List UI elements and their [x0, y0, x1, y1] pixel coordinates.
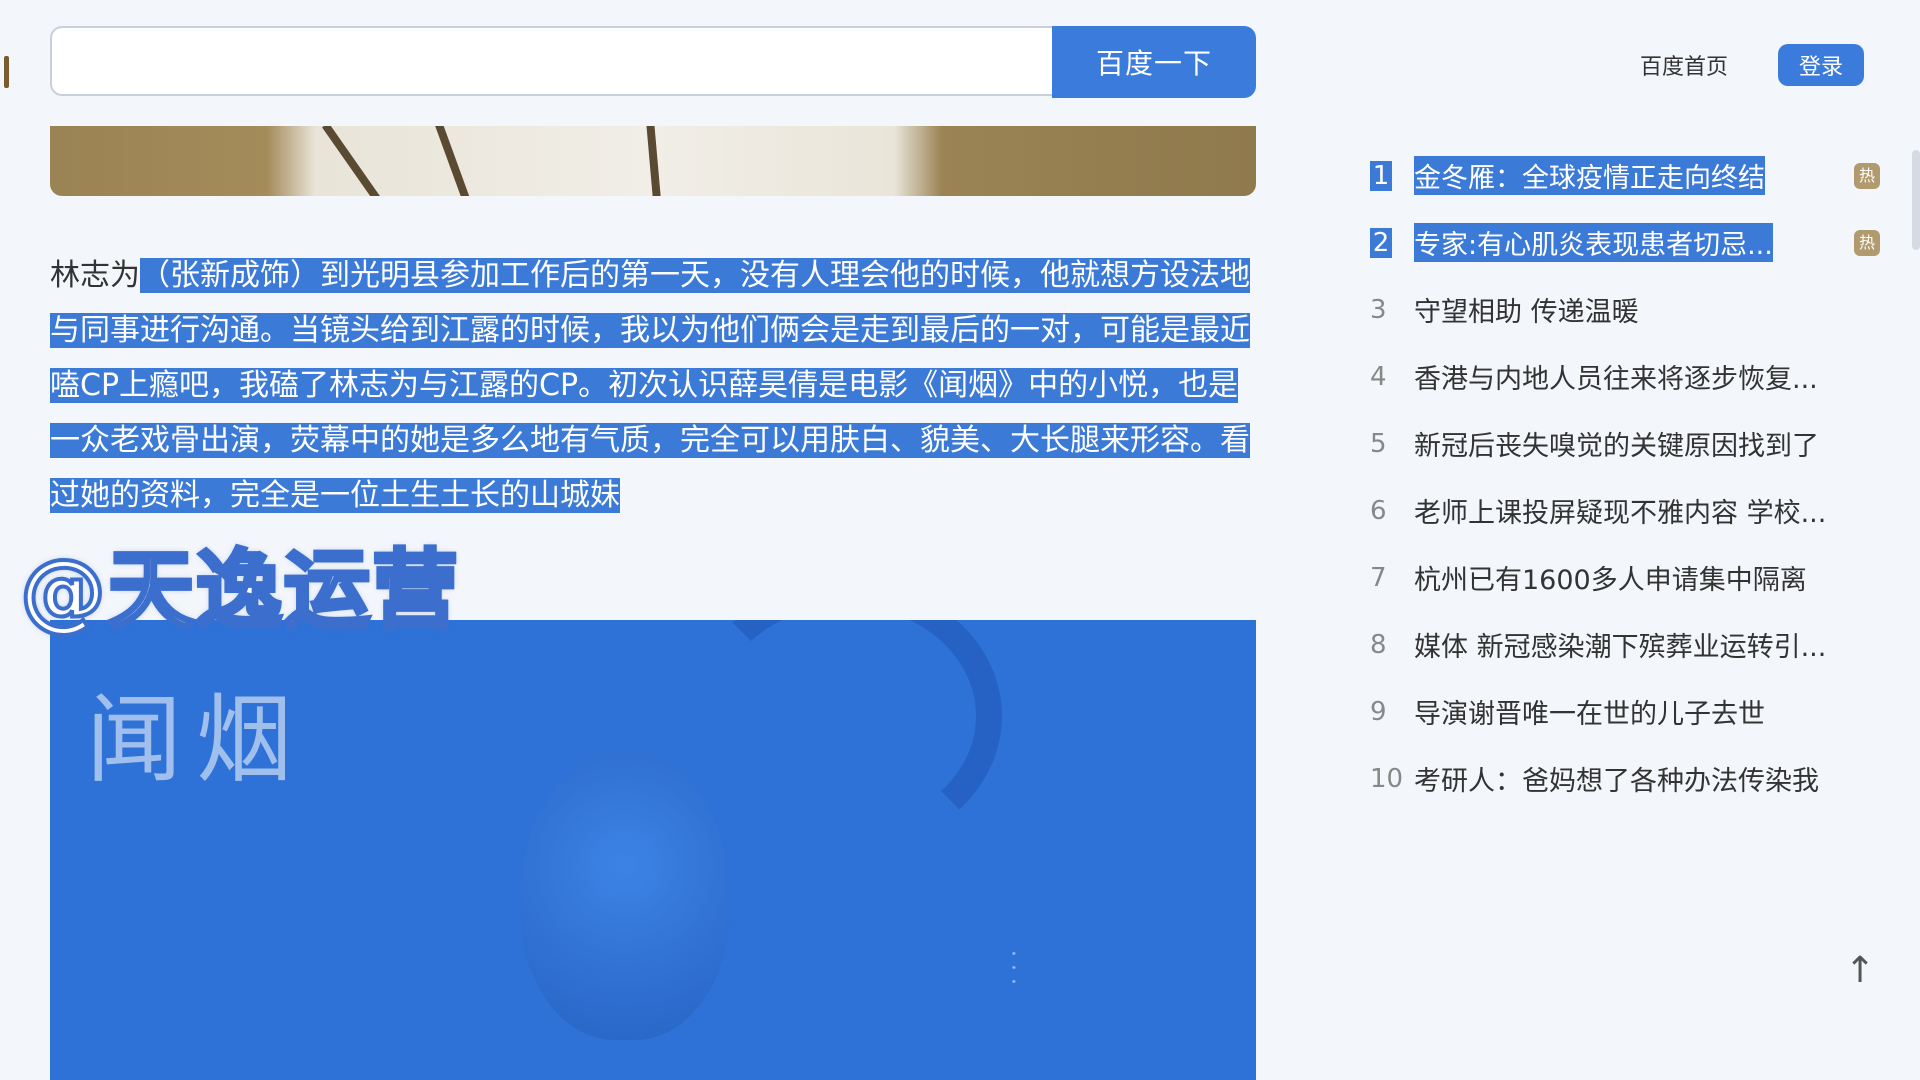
search-button[interactable]: 百度一下	[1052, 26, 1256, 98]
search-bar: 百度一下	[50, 26, 1256, 98]
hot-search-list: 1 金冬雁：全球疫情正走向终结热 2 专家:有心肌炎表现患者切忌... 热 3 守望相助 传…	[1370, 142, 1880, 812]
hot-rank: 2	[1370, 227, 1392, 258]
hot-rank: 10	[1370, 763, 1404, 794]
hot-list-item[interactable]: 10 考研人：爸妈想了各种办法传染我	[1370, 745, 1880, 812]
hot-title-link[interactable]: 金冬雁：全球疫情正走向终结	[1414, 156, 1765, 195]
hot-rank: 4	[1370, 361, 1387, 392]
login-button[interactable]: 登录	[1778, 44, 1865, 86]
poster-decoration	[690, 620, 1002, 852]
hot-title-link[interactable]: 考研人：爸妈想了各种办法传染我	[1414, 759, 1880, 798]
article-text-selected: （张新成饰）到光明县参加工作后的第一天，没有人理会他的时候，他就想方设法地与同事…	[50, 258, 1250, 513]
hot-title-link[interactable]: 守望相助 传递温暖	[1414, 290, 1880, 329]
article-text-unselected: 林志为	[50, 258, 140, 293]
article-image-poster: 闻烟 · · ·	[50, 620, 1256, 1080]
watermark-text: @天逸运营	[18, 539, 460, 643]
search-input[interactable]	[50, 26, 1052, 96]
hot-list-item[interactable]: 4 香港与内地人员往来将逐步恢复...	[1370, 343, 1880, 410]
top-nav: 百度首页 登录	[1640, 44, 1865, 86]
hot-list-item[interactable]: 3 守望相助 传递温暖	[1370, 276, 1880, 343]
hot-list-item[interactable]: 5 新冠后丧失嗅觉的关键原因找到了	[1370, 410, 1880, 477]
hot-title-link[interactable]: 媒体 新冠感染潮下殡葬业运转引...	[1414, 625, 1880, 664]
hot-list-item[interactable]: 9 导演谢晋唯一在世的儿子去世	[1370, 678, 1880, 745]
hot-badge: 热	[1854, 229, 1880, 256]
back-to-top-icon[interactable]: ↑	[1845, 950, 1875, 991]
hot-title-link[interactable]: 老师上课投屏疑现不雅内容 学校...	[1414, 491, 1880, 530]
hot-title-link[interactable]: 新冠后丧失嗅觉的关键原因找到了	[1414, 424, 1880, 463]
hot-rank: 9	[1370, 696, 1387, 727]
article-paragraph: 林志为（张新成饰）到光明县参加工作后的第一天，没有人理会他的时候，他就想方设法地…	[50, 248, 1256, 523]
scrollbar[interactable]	[1912, 150, 1920, 250]
hot-rank: 6	[1370, 495, 1387, 526]
baidu-home-link[interactable]: 百度首页	[1640, 49, 1728, 81]
edge-marker	[4, 56, 9, 88]
poster-caption: · · ·	[1000, 950, 1025, 985]
hot-title-link[interactable]: 专家:有心肌炎表现患者切忌...	[1414, 223, 1773, 262]
hot-rank: 1	[1370, 160, 1392, 191]
hot-list-item[interactable]: 7 杭州已有1600多人申请集中隔离	[1370, 544, 1880, 611]
hot-rank: 3	[1370, 294, 1387, 325]
hot-list-item[interactable]: 8 媒体 新冠感染潮下殡葬业运转引...	[1370, 611, 1880, 678]
hot-list-item[interactable]: 6 老师上课投屏疑现不雅内容 学校...	[1370, 477, 1880, 544]
article-image-top	[50, 126, 1256, 196]
hot-list-item[interactable]: 2 专家:有心肌炎表现患者切忌... 热	[1370, 209, 1880, 276]
hot-rank: 8	[1370, 629, 1387, 660]
poster-face	[520, 750, 730, 1040]
hot-rank: 5	[1370, 428, 1387, 459]
hot-list-item[interactable]: 1 金冬雁：全球疫情正走向终结 热	[1370, 142, 1880, 209]
hot-rank: 7	[1370, 562, 1387, 593]
poster-title: 闻烟	[86, 684, 306, 796]
hot-title-link[interactable]: 香港与内地人员往来将逐步恢复...	[1414, 357, 1880, 396]
hot-badge: 热	[1854, 162, 1880, 189]
hot-title-link[interactable]: 杭州已有1600多人申请集中隔离	[1414, 558, 1880, 597]
hot-title-link[interactable]: 导演谢晋唯一在世的儿子去世	[1414, 692, 1880, 731]
